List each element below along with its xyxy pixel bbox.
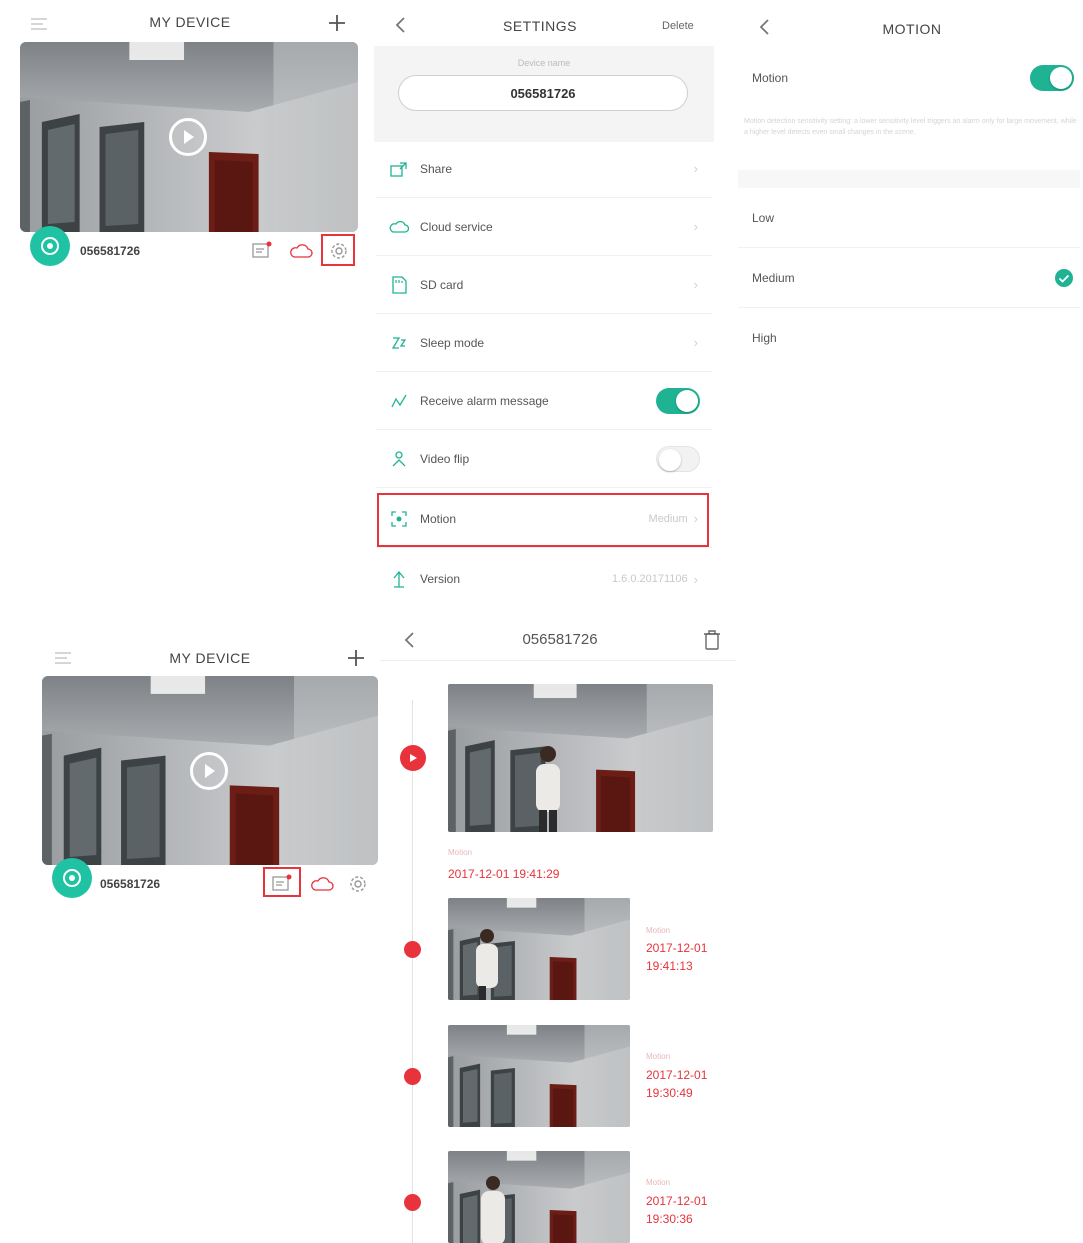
cloud-icon: [386, 220, 412, 234]
event-thumbnail[interactable]: [448, 1151, 630, 1243]
cloud-icon[interactable]: [310, 876, 334, 892]
device-name: 056581726: [100, 877, 161, 891]
chevron-right-icon: ›: [693, 277, 698, 292]
menu-icon[interactable]: [30, 16, 50, 32]
chevron-right-icon: ›: [693, 571, 698, 587]
timeline-dot: [404, 1194, 421, 1211]
settings-row-video-flip[interactable]: Video flip: [376, 430, 712, 488]
sd-card-icon: [386, 275, 412, 294]
trash-icon[interactable]: [704, 630, 720, 650]
settings-row-label: Cloud service: [420, 219, 493, 234]
check-icon: [1054, 268, 1074, 288]
flip-icon: [386, 450, 412, 468]
settings-row-cloud[interactable]: Cloud service ›: [376, 198, 712, 256]
avatar: [30, 226, 70, 266]
settings-row-alarm[interactable]: Receive alarm message: [376, 372, 712, 430]
video-flip-toggle[interactable]: [656, 445, 700, 472]
page-title: MY DEVICE: [149, 14, 231, 30]
event-thumbnail[interactable]: [448, 684, 713, 832]
timeline-line: [412, 700, 413, 1243]
settings-row-label: Sleep mode: [420, 335, 485, 350]
event-date: 2017-12-01: [646, 1194, 708, 1208]
settings-row-sd-card[interactable]: SD card ›: [376, 256, 712, 314]
settings-row-label: SD card: [420, 277, 464, 292]
option-low[interactable]: Low: [738, 188, 1080, 248]
add-device-icon[interactable]: [328, 14, 346, 32]
motion-toggle[interactable]: [1030, 65, 1074, 91]
back-icon[interactable]: [394, 16, 406, 34]
event-timestamp: 2017-12-01 19:41:29: [448, 866, 559, 883]
event-date: 2017-12-01: [646, 1068, 708, 1082]
version-value: 1.6.0.20171106: [612, 573, 688, 585]
header-divider: [380, 660, 736, 661]
settings-row-label: Version: [420, 572, 461, 586]
back-icon[interactable]: [758, 18, 770, 36]
event-thumbnail[interactable]: [448, 898, 630, 1000]
add-device-icon[interactable]: [347, 649, 365, 667]
motion-toggle-row: Motion: [738, 50, 1080, 106]
share-icon: [386, 161, 412, 177]
event-time: 19:30:49: [646, 1086, 693, 1100]
settings-row-sleep[interactable]: Sleep mode ›: [376, 314, 712, 372]
settings-gear-icon[interactable]: [348, 874, 368, 894]
option-medium[interactable]: Medium: [738, 248, 1080, 308]
event-list-icon[interactable]: [252, 241, 272, 259]
avatar: [52, 858, 92, 898]
page-title: MOTION: [882, 21, 942, 37]
device-name: 056581726: [80, 244, 141, 258]
highlight-motion-row: [377, 493, 709, 547]
device-name-field[interactable]: 056581726: [398, 75, 688, 111]
delete-button[interactable]: Delete: [662, 20, 694, 32]
event-thumbnail[interactable]: [448, 1025, 630, 1127]
sleep-icon: [386, 336, 412, 350]
event-time: 19:41:13: [646, 959, 693, 973]
alarm-toggle[interactable]: [656, 387, 700, 414]
event-tag: Motion: [646, 926, 671, 935]
timeline-dot: [404, 1068, 421, 1085]
page-title: SETTINGS: [502, 18, 577, 34]
settings-row-label: Share: [420, 161, 453, 176]
settings-row-share[interactable]: Share ›: [376, 140, 712, 198]
motion-toggle-label: Motion: [752, 71, 789, 85]
version-icon: [386, 570, 412, 588]
settings-row-label: Video flip: [420, 451, 470, 466]
highlight-event-list: [263, 867, 301, 897]
highlight-settings: [321, 234, 355, 266]
event-tag: Motion: [646, 1052, 671, 1061]
event-time: 19:41:29: [512, 867, 560, 881]
timeline-dot: [404, 941, 421, 958]
option-high[interactable]: High: [738, 308, 1080, 368]
play-icon[interactable]: [190, 752, 228, 790]
event-tag: Motion: [646, 1178, 671, 1187]
timeline-dot-alert: [400, 745, 426, 771]
back-icon[interactable]: [403, 631, 415, 649]
section-gap: [738, 170, 1080, 188]
option-label: Low: [752, 210, 775, 225]
event-tag: Motion: [448, 848, 473, 857]
camera-preview[interactable]: [20, 42, 358, 232]
cloud-icon[interactable]: [289, 243, 313, 259]
motion-description: Motion detection sensitivity setting: a …: [744, 118, 1077, 136]
play-icon[interactable]: [169, 118, 207, 156]
chevron-right-icon: ›: [693, 161, 698, 176]
option-label: Medium: [752, 270, 795, 285]
option-label: High: [752, 331, 777, 345]
event-time: 19:30:36: [646, 1212, 693, 1226]
settings-row-version: Version 1.6.0.20171106 ›: [376, 550, 712, 608]
alarm-icon: [386, 393, 412, 409]
event-date: 2017-12-01: [448, 867, 510, 881]
chevron-right-icon: ›: [693, 335, 698, 350]
device-name-value: 056581726: [510, 85, 576, 101]
chevron-right-icon: ›: [693, 219, 698, 234]
settings-row-label: Receive alarm message: [420, 393, 549, 408]
page-title: 056581726: [522, 631, 598, 648]
menu-icon[interactable]: [54, 650, 74, 666]
page-title: MY DEVICE: [169, 650, 251, 666]
event-date: 2017-12-01: [646, 941, 708, 955]
device-name-label: Device name: [517, 58, 571, 68]
camera-preview[interactable]: [42, 676, 378, 865]
